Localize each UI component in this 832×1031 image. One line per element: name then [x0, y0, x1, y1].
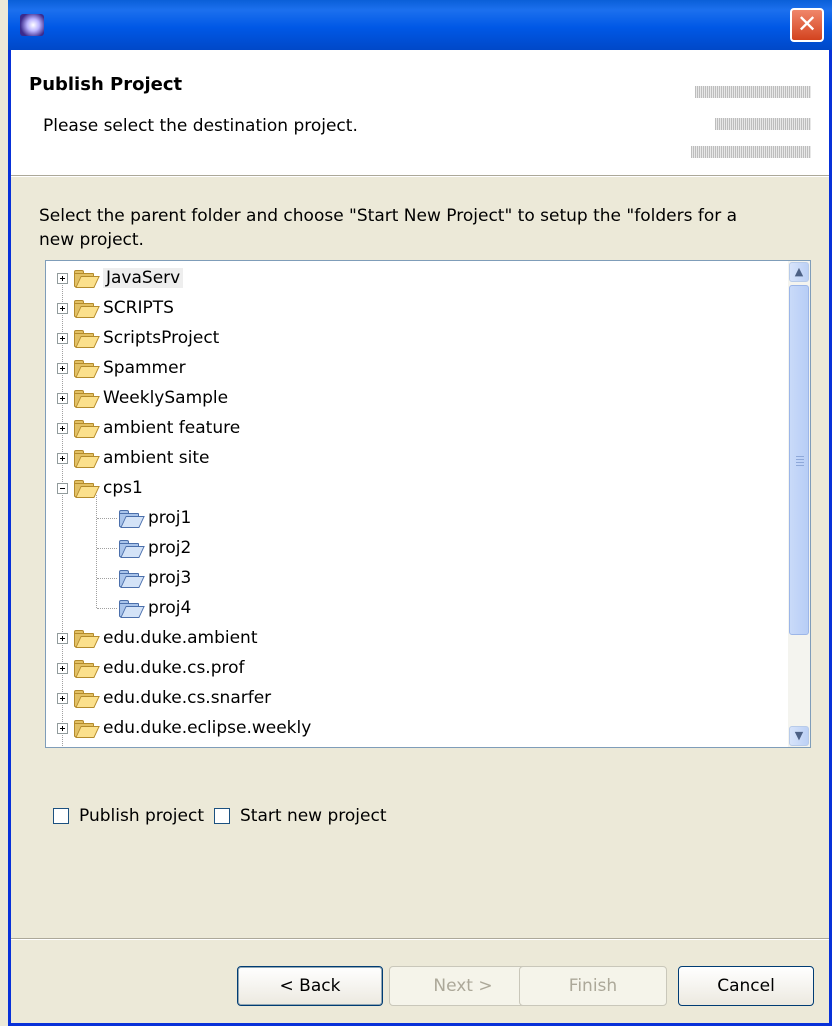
- background-window-edge: [0, 0, 8, 1031]
- tree-item[interactable]: edu.duke.cs.prof: [57, 653, 245, 683]
- folder-icon: [73, 359, 100, 378]
- close-button[interactable]: ✕: [790, 8, 824, 42]
- back-button[interactable]: < Back: [237, 966, 383, 1006]
- scroll-up-arrow-icon[interactable]: ▲: [789, 262, 809, 282]
- expand-icon[interactable]: [57, 662, 68, 674]
- publish-project-checkbox[interactable]: [53, 808, 69, 824]
- expand-icon[interactable]: [57, 722, 68, 734]
- start-new-project-label[interactable]: Start new project: [240, 806, 386, 826]
- tree-child-label: proj3: [148, 568, 192, 588]
- tree-item[interactable]: edu.purdue.penumbra: [57, 743, 294, 747]
- tree-item-label: ScriptsProject: [103, 328, 220, 348]
- expand-icon[interactable]: [57, 452, 68, 464]
- next-button[interactable]: Next >: [389, 966, 537, 1006]
- blue-folder-icon: [118, 509, 145, 528]
- options-row: Publish project Start new project: [53, 806, 397, 826]
- tree-item[interactable]: Spammer: [57, 353, 186, 383]
- publish-project-dialog: ✕ Publish Project Please select the dest…: [8, 0, 832, 1026]
- tree-item-label: edu.duke.eclipse.weekly: [103, 718, 312, 738]
- tree-item-label: WeeklySample: [103, 388, 229, 408]
- folder-icon: [73, 419, 100, 438]
- blue-folder-icon: [118, 599, 145, 618]
- folder-icon: [73, 719, 100, 738]
- folder-icon: [73, 689, 100, 708]
- expand-icon[interactable]: [57, 692, 68, 704]
- blue-folder-icon: [118, 569, 145, 588]
- expand-icon[interactable]: [57, 422, 68, 434]
- tree-item-label: ambient feature: [103, 418, 241, 438]
- publish-project-label[interactable]: Publish project: [79, 806, 204, 826]
- tree-child-label: proj4: [148, 598, 192, 618]
- expand-icon[interactable]: [57, 302, 68, 314]
- tree-item-label: SCRIPTS: [103, 298, 174, 318]
- tree-child-item[interactable]: proj1: [118, 503, 191, 533]
- folder-icon: [73, 449, 100, 468]
- finish-button[interactable]: Finish: [519, 966, 667, 1006]
- title-bar[interactable]: ✕: [8, 0, 832, 50]
- tree-item[interactable]: WeeklySample: [57, 383, 228, 413]
- folder-icon: [73, 299, 100, 318]
- wizard-header: Publish Project Please select the destin…: [11, 50, 829, 175]
- tree-item[interactable]: edu.duke.ambient: [57, 623, 258, 653]
- folder-icon: [73, 629, 100, 648]
- expand-icon[interactable]: [57, 362, 68, 374]
- tree-item-label: JavaServ: [103, 268, 184, 288]
- tree-item-label: edu.duke.cs.prof: [103, 658, 245, 678]
- page-title: Publish Project: [29, 74, 183, 95]
- folder-icon: [73, 329, 100, 348]
- expand-icon[interactable]: [57, 392, 68, 404]
- tree-viewport: JavaServ SCRIPTS ScriptsProject Spammer Week…: [46, 261, 788, 747]
- tree-item[interactable]: JavaServ: [57, 263, 184, 293]
- tree-item-label: edu.duke.ambient: [103, 628, 258, 648]
- folder-icon: [73, 389, 100, 408]
- blue-folder-icon: [118, 539, 145, 558]
- tree-child-item[interactable]: proj3: [118, 563, 191, 593]
- page-description: Please select the destination project.: [43, 116, 358, 136]
- tree-item[interactable]: cps1: [57, 473, 143, 503]
- tree-item[interactable]: edu.duke.eclipse.weekly: [57, 713, 311, 743]
- tree-child-label: proj1: [148, 508, 192, 528]
- expand-icon[interactable]: [57, 272, 68, 284]
- tree-child-label: proj2: [148, 538, 192, 558]
- project-tree[interactable]: JavaServ SCRIPTS ScriptsProject Spammer Week…: [45, 260, 811, 748]
- tree-item[interactable]: edu.duke.cs.snarfer: [57, 683, 271, 713]
- scrollbar-thumb[interactable]: [789, 285, 809, 635]
- header-separator: [11, 175, 829, 177]
- expand-icon[interactable]: [57, 332, 68, 344]
- footer-separator: [11, 938, 829, 940]
- tree-item[interactable]: SCRIPTS: [57, 293, 174, 323]
- folder-icon: [73, 659, 100, 678]
- cancel-button[interactable]: Cancel: [678, 966, 814, 1006]
- screen-bottom-edge: [0, 1026, 832, 1031]
- tree-item-label: ambient site: [103, 448, 210, 468]
- tree-item-label: Spammer: [103, 358, 186, 378]
- expand-icon[interactable]: [57, 632, 68, 644]
- tree-child-item[interactable]: proj2: [118, 533, 191, 563]
- folder-icon: [73, 269, 100, 288]
- wizard-banner-image: [691, 82, 811, 162]
- scroll-down-arrow-icon[interactable]: ▼: [789, 726, 809, 746]
- tree-item[interactable]: ambient site: [57, 443, 210, 473]
- tree-child-item[interactable]: proj4: [118, 593, 191, 623]
- eclipse-app-icon: [20, 14, 44, 36]
- tree-item[interactable]: ambient feature: [57, 413, 240, 443]
- vertical-scrollbar[interactable]: ▲ ▼: [788, 261, 810, 747]
- folder-icon: [73, 479, 100, 498]
- tree-item-label: edu.duke.cs.snarfer: [103, 688, 272, 708]
- tree-item-label: cps1: [103, 478, 143, 498]
- instruction-text: Select the parent folder and choose "Sta…: [39, 206, 738, 250]
- collapse-icon[interactable]: [57, 482, 68, 494]
- start-new-project-checkbox[interactable]: [214, 808, 231, 824]
- tree-item[interactable]: ScriptsProject: [57, 323, 219, 353]
